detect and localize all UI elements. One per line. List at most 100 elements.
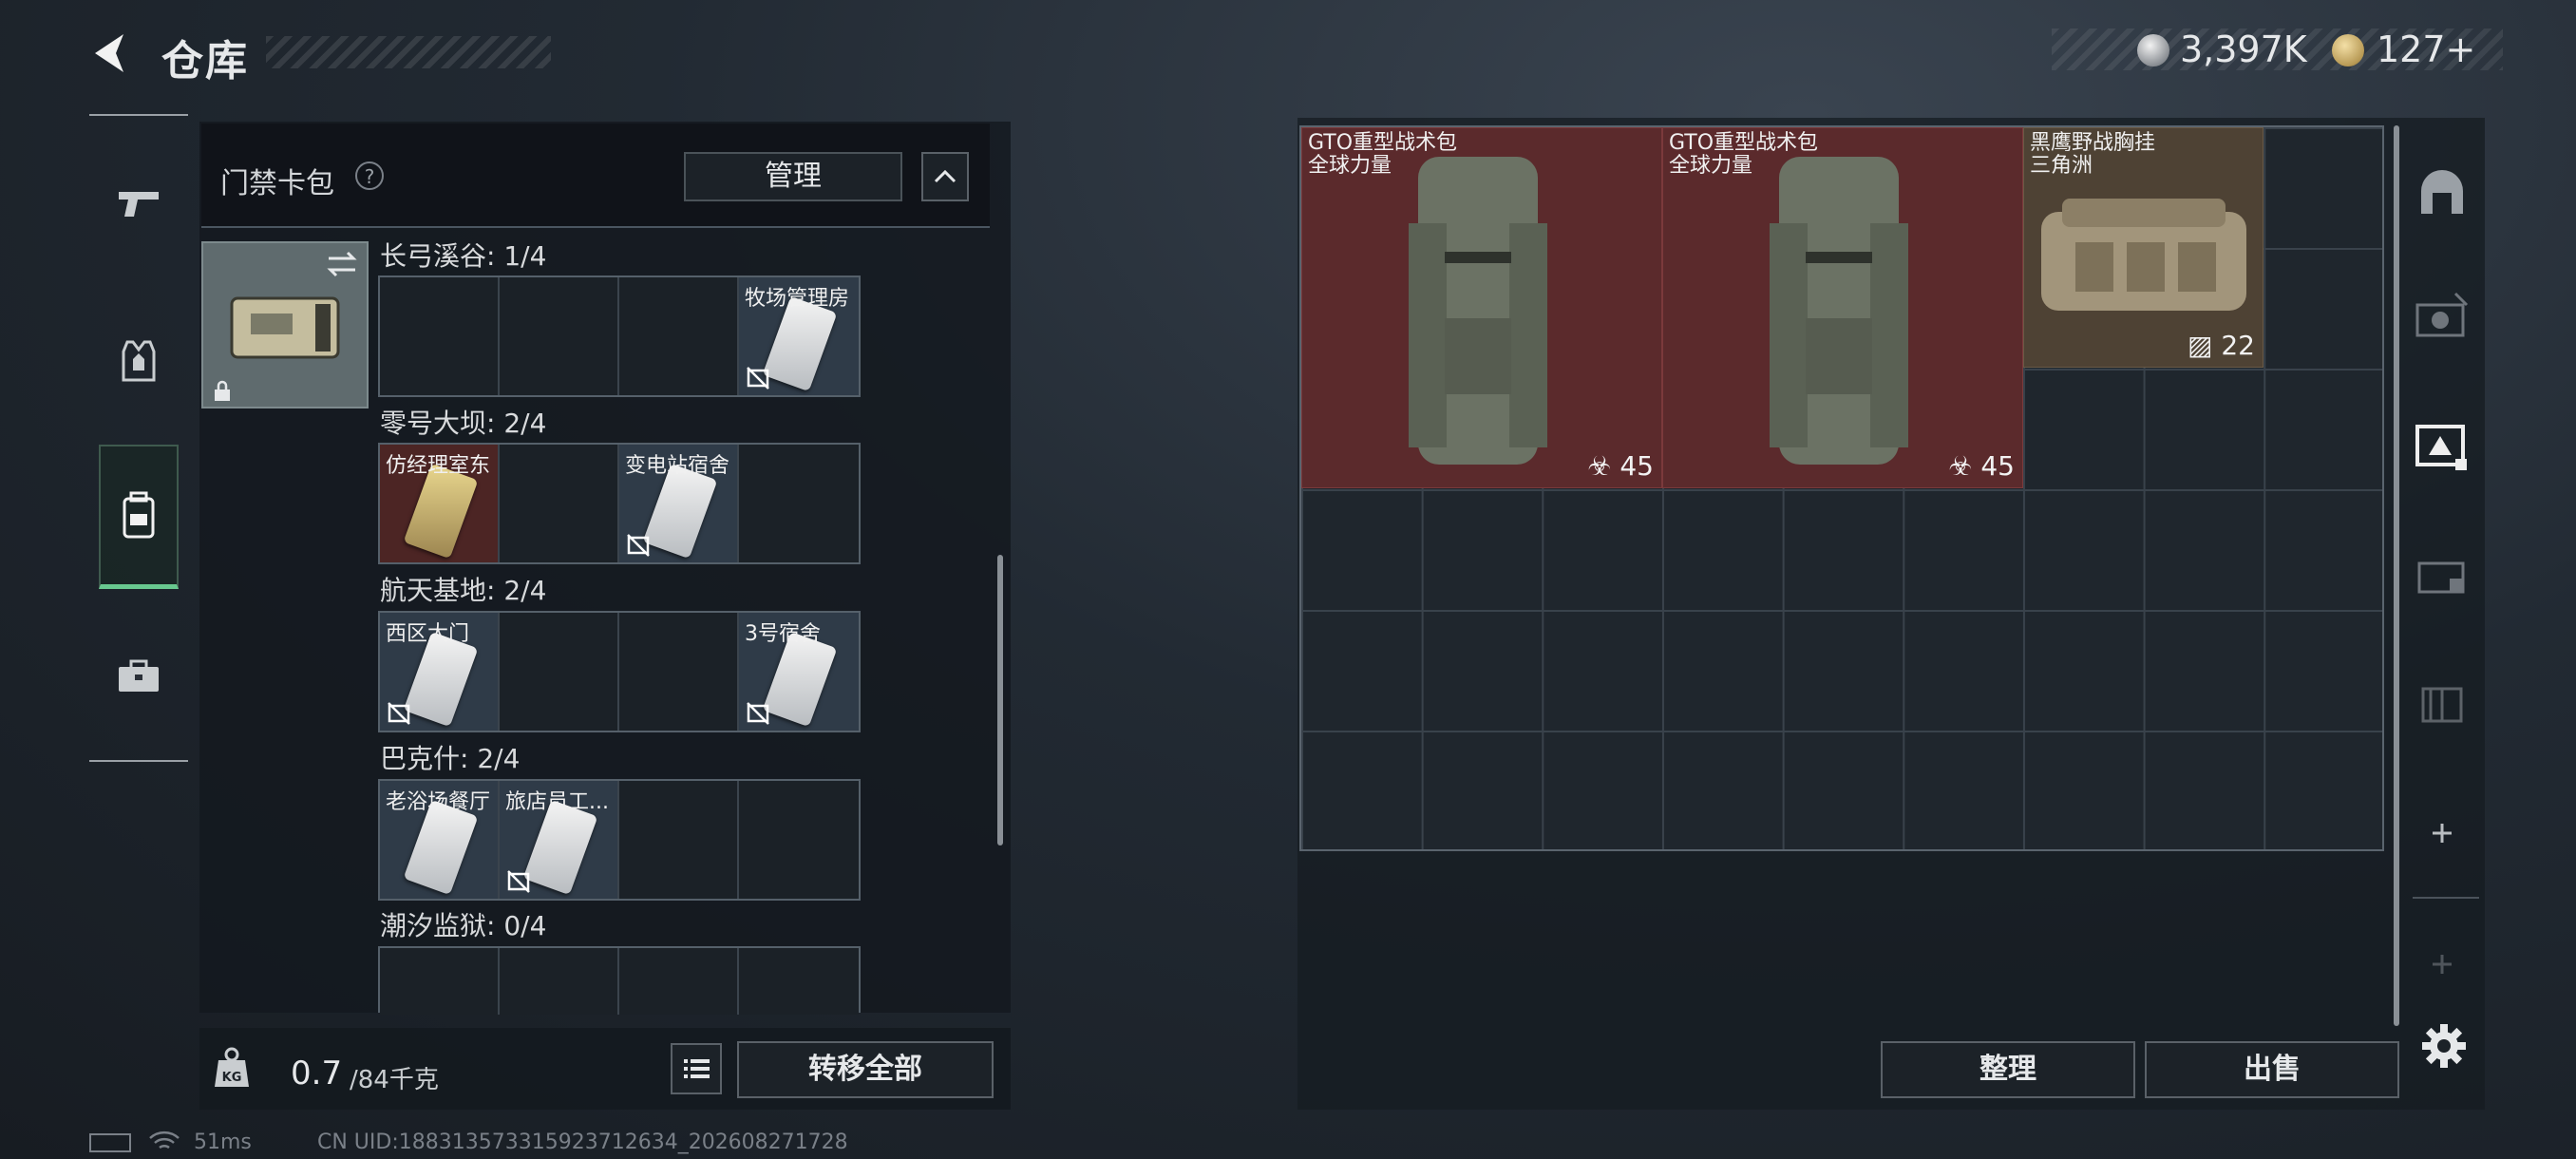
weight-capacity: /84千克 — [350, 1066, 439, 1094]
keycard-slot-empty[interactable] — [619, 613, 739, 731]
page-title: 仓库 — [161, 37, 249, 86]
wifi-icon — [148, 1129, 180, 1159]
briefcase-icon — [119, 659, 159, 692]
list-icon — [684, 1059, 710, 1078]
keycard-slot-row: 老浴场餐厅 旅店员工... — [378, 779, 861, 901]
keycard-label: 3号宿舍 — [745, 622, 821, 646]
keycard-slot-empty[interactable] — [380, 277, 500, 395]
keycard-slot-empty[interactable] — [739, 445, 859, 562]
card-pack-title: 门禁卡包 — [220, 167, 334, 200]
disabled-card-icon — [388, 702, 410, 725]
settings-button[interactable] — [2420, 1022, 2468, 1070]
list-view-button[interactable] — [671, 1043, 722, 1094]
item-name: GTO重型战术包 全球力量 — [1669, 131, 1819, 178]
item-name: 黑鹰野战胸挂 三角洲 — [2030, 131, 2156, 178]
add-stash-tab-button[interactable] — [2409, 800, 2475, 866]
tab-divider — [2413, 897, 2479, 899]
stash-item-chest-rig[interactable]: 黑鹰野战胸挂 三角洲 ▨ 22 — [2023, 127, 2263, 368]
keycard-slot[interactable]: 牧场管理房 — [739, 277, 859, 395]
nav-weapon-tab[interactable] — [99, 163, 179, 243]
keycard-label: 旅店员工... — [505, 790, 609, 814]
keycard-slot-empty[interactable] — [500, 445, 619, 562]
chevron-up-icon — [934, 169, 957, 183]
keycard-slot-empty[interactable] — [739, 948, 859, 1015]
currency-gold-amount[interactable]: 127+ — [2377, 28, 2475, 70]
keycard-slot-empty[interactable] — [619, 277, 739, 395]
keycard-slot[interactable]: 旅店员工... — [500, 781, 619, 899]
disabled-card-icon — [747, 367, 769, 390]
keycard-slot-empty[interactable] — [500, 613, 619, 731]
help-icon[interactable]: ? — [355, 162, 384, 190]
svg-text:KG: KG — [222, 1071, 242, 1085]
map-title-zero-dam: 零号大坝: 2/4 — [380, 408, 547, 439]
keycard-label: 西区大门 — [386, 622, 470, 646]
currency-silver-amount[interactable]: 3,397K — [2180, 28, 2307, 70]
keycard-slot[interactable]: 变电站宿舍 — [619, 445, 739, 562]
keycard-slot-empty[interactable] — [739, 781, 859, 899]
map-title-changgong: 长弓溪谷: 1/4 — [380, 240, 547, 272]
disabled-card-icon — [507, 870, 530, 893]
stash-case-icon — [2417, 561, 2465, 594]
keycard-slot-row: 牧场管理房 — [378, 276, 861, 397]
keycard-slot[interactable]: 仿经理室东 — [380, 445, 500, 562]
map-title-space-base: 航天基地: 2/4 — [380, 575, 547, 606]
battery-icon — [89, 1133, 131, 1152]
plus-icon — [2433, 824, 2452, 843]
stash-tab-4[interactable] — [2409, 540, 2475, 606]
nav-case-tab[interactable] — [99, 636, 179, 716]
add-stash-tab-button-disabled — [2409, 931, 2475, 998]
sell-button[interactable]: 出售 — [2145, 1041, 2399, 1098]
nav-divider — [89, 760, 188, 762]
item-capacity: ☣ 45 — [1587, 450, 1654, 482]
keycard-label: 老浴场餐厅 — [386, 790, 491, 814]
nav-backpack-tab[interactable] — [99, 445, 179, 589]
keycard-slot[interactable]: 西区大门 — [380, 613, 500, 731]
keycard-label: 变电站宿舍 — [625, 454, 730, 478]
stash-box-icon — [2415, 425, 2467, 470]
lock-icon — [211, 380, 234, 403]
ping-value: 51ms — [194, 1130, 252, 1154]
stash-grid[interactable]: GTO重型战术包 全球力量 ☣ 45 GTO重型战术包 全球力量 ☣ 45 黑鹰野战… — [1299, 125, 2384, 851]
transfer-all-button[interactable]: 转移全部 — [737, 1041, 994, 1098]
keycard-slot-row: 西区大门 3号宿舍 — [378, 611, 861, 732]
silver-coin-icon — [2137, 34, 2169, 66]
keycard-slot-empty[interactable] — [500, 277, 619, 395]
manage-button[interactable]: 管理 — [684, 152, 902, 201]
home-arch-icon — [2421, 170, 2463, 214]
stash-tab-main[interactable] — [2409, 160, 2475, 226]
disabled-card-icon — [627, 534, 650, 557]
stash-scrollbar[interactable] — [2394, 125, 2399, 1026]
gear-box-icon — [2415, 292, 2469, 337]
sort-button[interactable]: 整理 — [1881, 1041, 2135, 1098]
keycard-slot-empty[interactable] — [619, 781, 739, 899]
card-pack-scrollbar[interactable] — [997, 555, 1003, 846]
keycard-slot-empty[interactable] — [500, 948, 619, 1015]
stash-item-backpack[interactable]: GTO重型战术包 全球力量 ☣ 45 — [1662, 127, 2023, 488]
pistol-icon — [119, 192, 159, 217]
gold-coin-icon — [2332, 34, 2364, 66]
stash-crate-icon — [2421, 687, 2463, 723]
stash-tab-5[interactable] — [2409, 669, 2475, 735]
item-capacity: ▨ 22 — [2188, 330, 2255, 361]
backpack-icon — [123, 491, 155, 538]
map-title-bakhsh: 巴克什: 2/4 — [380, 743, 521, 774]
stash-tab-2[interactable] — [2409, 283, 2475, 350]
nav-divider — [89, 114, 188, 116]
keycard-slot-empty[interactable] — [380, 948, 500, 1015]
item-capacity: ☣ 45 — [1948, 450, 2015, 482]
stash-tab-3-selected[interactable] — [2409, 412, 2475, 479]
title-stripe — [266, 36, 551, 68]
nav-armor-tab[interactable] — [99, 321, 179, 401]
backpack-image — [1770, 157, 1908, 465]
keycard-slot-empty[interactable] — [619, 948, 739, 1015]
back-button[interactable] — [87, 28, 137, 78]
user-uid: CN UID:188313573315923712634_20260827172… — [317, 1130, 848, 1154]
keycard-label: 牧场管理房 — [745, 287, 850, 311]
keycard-label: 仿经理室东 — [386, 454, 491, 478]
keycard-slot[interactable]: 老浴场餐厅 — [380, 781, 500, 899]
collapse-button[interactable] — [921, 152, 969, 201]
kg-weight-icon: KG — [211, 1045, 253, 1091]
swap-icon[interactable] — [323, 245, 361, 283]
stash-item-backpack[interactable]: GTO重型战术包 全球力量 ☣ 45 — [1301, 127, 1662, 488]
keycard-slot[interactable]: 3号宿舍 — [739, 613, 859, 731]
